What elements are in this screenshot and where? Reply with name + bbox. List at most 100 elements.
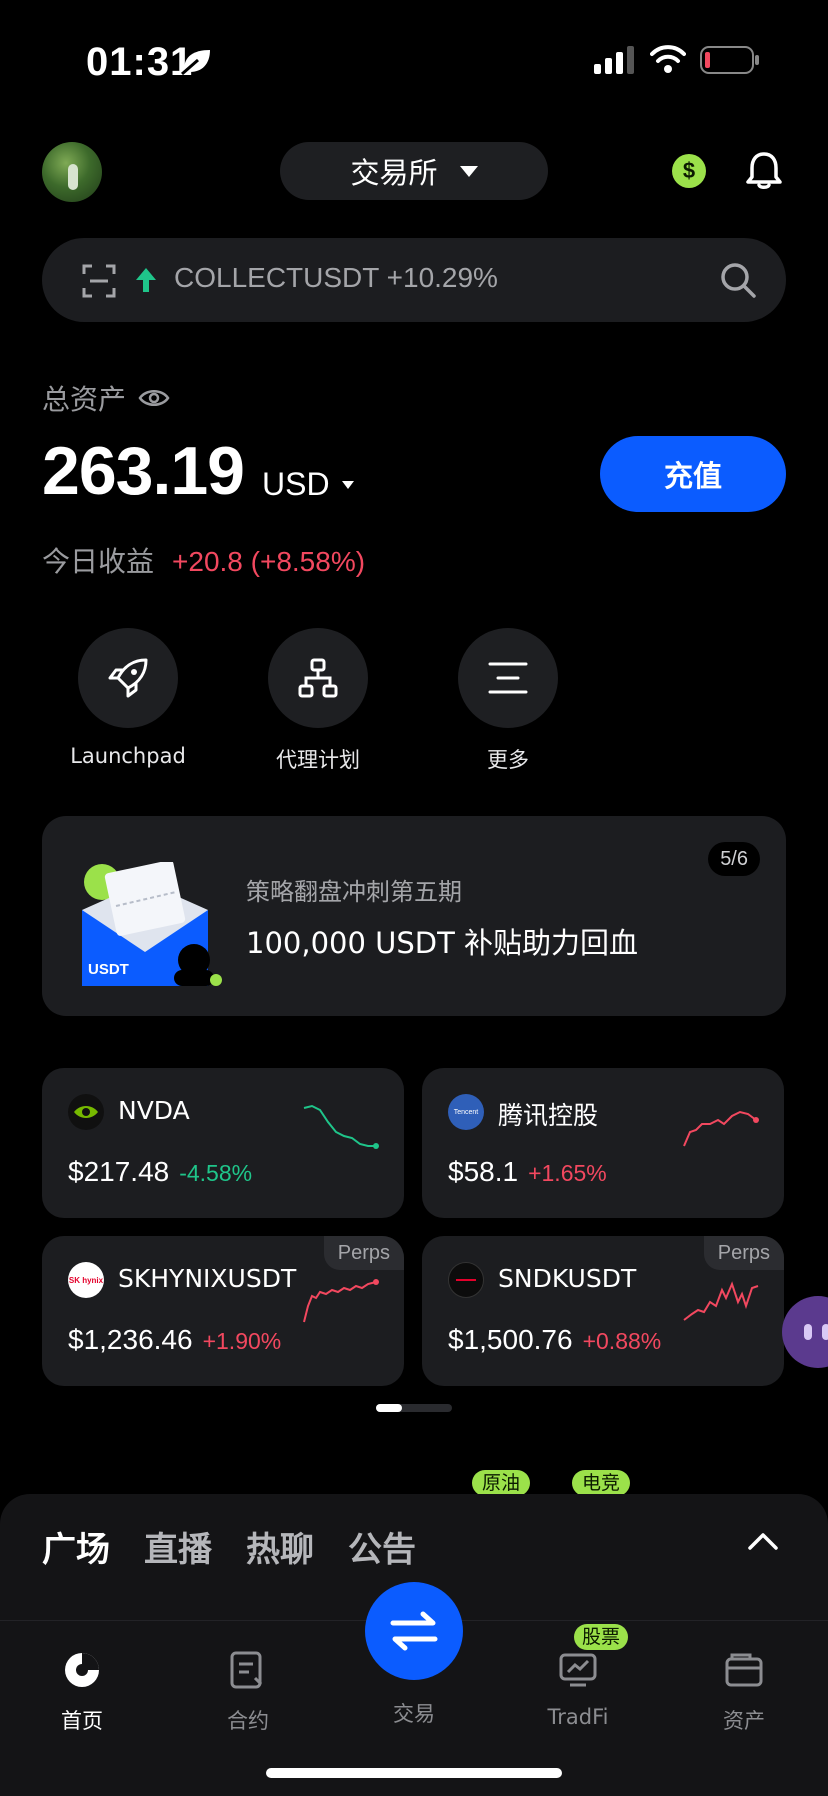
trade-tab-label: 交易	[393, 1702, 435, 1726]
sparkline-up	[303, 1279, 379, 1323]
ticker-change: +1.90%	[202, 1328, 282, 1354]
caret-down-icon	[341, 480, 354, 489]
tab-label: 资产	[723, 1709, 765, 1733]
ticker-price: $58.1	[448, 1156, 519, 1187]
shortcut-more[interactable]: 更多	[438, 628, 578, 774]
tencent-logo-icon: Tencent	[448, 1094, 484, 1130]
deposit-button[interactable]: 充值	[600, 436, 786, 512]
battery-icon	[700, 46, 759, 74]
ticker-name: SKHYNIXUSDT	[118, 1264, 297, 1293]
tab-label: TradFi	[547, 1705, 609, 1729]
skhynix-logo-icon: SK hynix	[68, 1262, 104, 1298]
ticker-name: SNDKUSDT	[498, 1264, 637, 1293]
sparkline-up	[683, 1281, 759, 1321]
ticker-price-row: $1,500.76 +0.88%	[448, 1324, 661, 1356]
ticker-change: -4.58%	[179, 1160, 253, 1186]
exchange-label: 交易所	[350, 156, 438, 190]
ticker-price: $217.48	[68, 1156, 170, 1187]
org-chart-icon	[298, 658, 338, 698]
chart-screen-icon	[559, 1653, 597, 1687]
eye-icon[interactable]	[138, 387, 170, 409]
ticker-card-sndk[interactable]: Perps SNDKUSDT $1,500.76 +0.88%	[422, 1236, 784, 1386]
avatar[interactable]	[42, 142, 102, 202]
trade-button[interactable]	[365, 1582, 463, 1680]
ticker-pager	[376, 1404, 452, 1412]
sparkline-up	[683, 1110, 759, 1147]
total-assets-value: 263.19	[42, 433, 245, 509]
tab-label: 首页	[61, 1709, 103, 1733]
shortcut-launchpad[interactable]: Launchpad	[58, 628, 198, 768]
perps-tag: Perps	[703, 1236, 784, 1270]
ticker-card-skhynix[interactable]: Perps SK hynix SKHYNIXUSDT $1,236.46 +1.…	[42, 1236, 404, 1386]
tab-hot-chat[interactable]: 热聊	[246, 1522, 314, 1571]
search-icon[interactable]	[720, 262, 756, 298]
tab-announcements[interactable]: 公告	[348, 1522, 416, 1571]
wallet-icon	[725, 1653, 763, 1687]
shortcut-agent-program[interactable]: 代理计划	[248, 628, 388, 774]
usdt-envelope-illustration: USDT	[82, 862, 222, 986]
tab-square[interactable]: 广场	[42, 1522, 110, 1571]
nvidia-logo-icon	[68, 1094, 104, 1130]
leaf-icon	[181, 50, 210, 76]
signal-icon	[594, 46, 634, 74]
shortcut-circle	[78, 628, 178, 728]
shortcut-label: 更多	[487, 748, 529, 772]
status-bar: 01:31	[0, 0, 828, 120]
ticker-price: $1,500.76	[448, 1324, 573, 1355]
ticker-card-tencent[interactable]: Tencent 腾讯控股 $58.1 +1.65%	[422, 1068, 784, 1218]
today-pnl-label: 今日收益	[42, 545, 155, 578]
ticker-change: +1.65%	[528, 1160, 607, 1186]
ticker-name: 腾讯控股	[498, 1101, 599, 1130]
sparkline-down	[303, 1104, 379, 1149]
ticker-price-row: $58.1 +1.65%	[448, 1156, 607, 1188]
dollar-coin-icon[interactable]: $	[672, 154, 706, 188]
today-pnl-value: +20.8 (+8.58%)	[172, 546, 366, 577]
ticker-name: NVDA	[118, 1096, 190, 1125]
total-assets-label: 总资产	[42, 383, 127, 416]
search-bar[interactable]: COLLECTUSDT +10.29%	[42, 238, 786, 322]
tab-tradfi[interactable]: TradFi	[518, 1645, 638, 1729]
exchange-switcher[interactable]: 交易所	[280, 142, 548, 200]
tab-home[interactable]: 首页	[22, 1645, 142, 1735]
tab-assets[interactable]: 资产	[684, 1645, 804, 1735]
banner-art-text: USDT	[88, 961, 129, 978]
tab-label: 合约	[227, 1709, 269, 1733]
total-assets-label-row: 总资产	[42, 378, 170, 418]
tag-oil[interactable]: 原油	[472, 1470, 531, 1496]
tag-esports[interactable]: 电竞	[572, 1470, 631, 1496]
currency-selector[interactable]: USD	[262, 466, 354, 503]
shortcut-circle	[458, 628, 558, 728]
swap-arrows-icon	[390, 1611, 438, 1651]
contract-icon	[230, 1651, 263, 1689]
sandisk-logo-icon	[448, 1262, 484, 1298]
ticker-price: $1,236.46	[68, 1324, 193, 1355]
home-icon	[65, 1653, 99, 1687]
floating-chat-bubble[interactable]	[782, 1296, 828, 1368]
banner-subtitle: 策略翻盘冲刺第五期	[246, 878, 462, 906]
promo-banner[interactable]: USDT 策略翻盘冲刺第五期 100,000 USDT 补贴助力回血 5/6	[42, 816, 786, 1016]
stock-badge: 股票	[574, 1624, 629, 1650]
perps-tag: Perps	[323, 1236, 404, 1270]
home-indicator	[266, 1768, 562, 1778]
banner-title: 100,000 USDT 补贴助力回血	[246, 926, 639, 960]
shortcut-label: Launchpad	[70, 744, 186, 768]
shortcut-circle	[268, 628, 368, 728]
scan-icon[interactable]	[82, 264, 116, 298]
chevron-up-icon[interactable]	[748, 1532, 778, 1550]
ticker-price-row: $1,236.46 +1.90%	[68, 1324, 281, 1356]
caret-down-icon	[459, 165, 478, 177]
search-trending-text: COLLECTUSDT +10.29%	[174, 262, 498, 293]
rocket-icon	[108, 658, 148, 698]
tab-live[interactable]: 直播	[144, 1522, 212, 1571]
currency-label: USD	[262, 466, 330, 502]
trending-up-icon	[136, 268, 156, 292]
ticker-price-row: $217.48 -4.58%	[68, 1156, 252, 1188]
bell-icon[interactable]	[746, 150, 782, 190]
tab-contract[interactable]: 合约	[188, 1645, 308, 1735]
shortcut-label: 代理计划	[276, 748, 360, 772]
menu-icon	[488, 662, 528, 694]
status-time: 01:31	[86, 40, 194, 84]
ticker-card-nvda[interactable]: NVDA $217.48 -4.58%	[42, 1068, 404, 1218]
banner-page-indicator: 5/6	[708, 842, 760, 876]
today-pnl-row: 今日收益 +20.8 (+8.58%)	[42, 540, 365, 580]
